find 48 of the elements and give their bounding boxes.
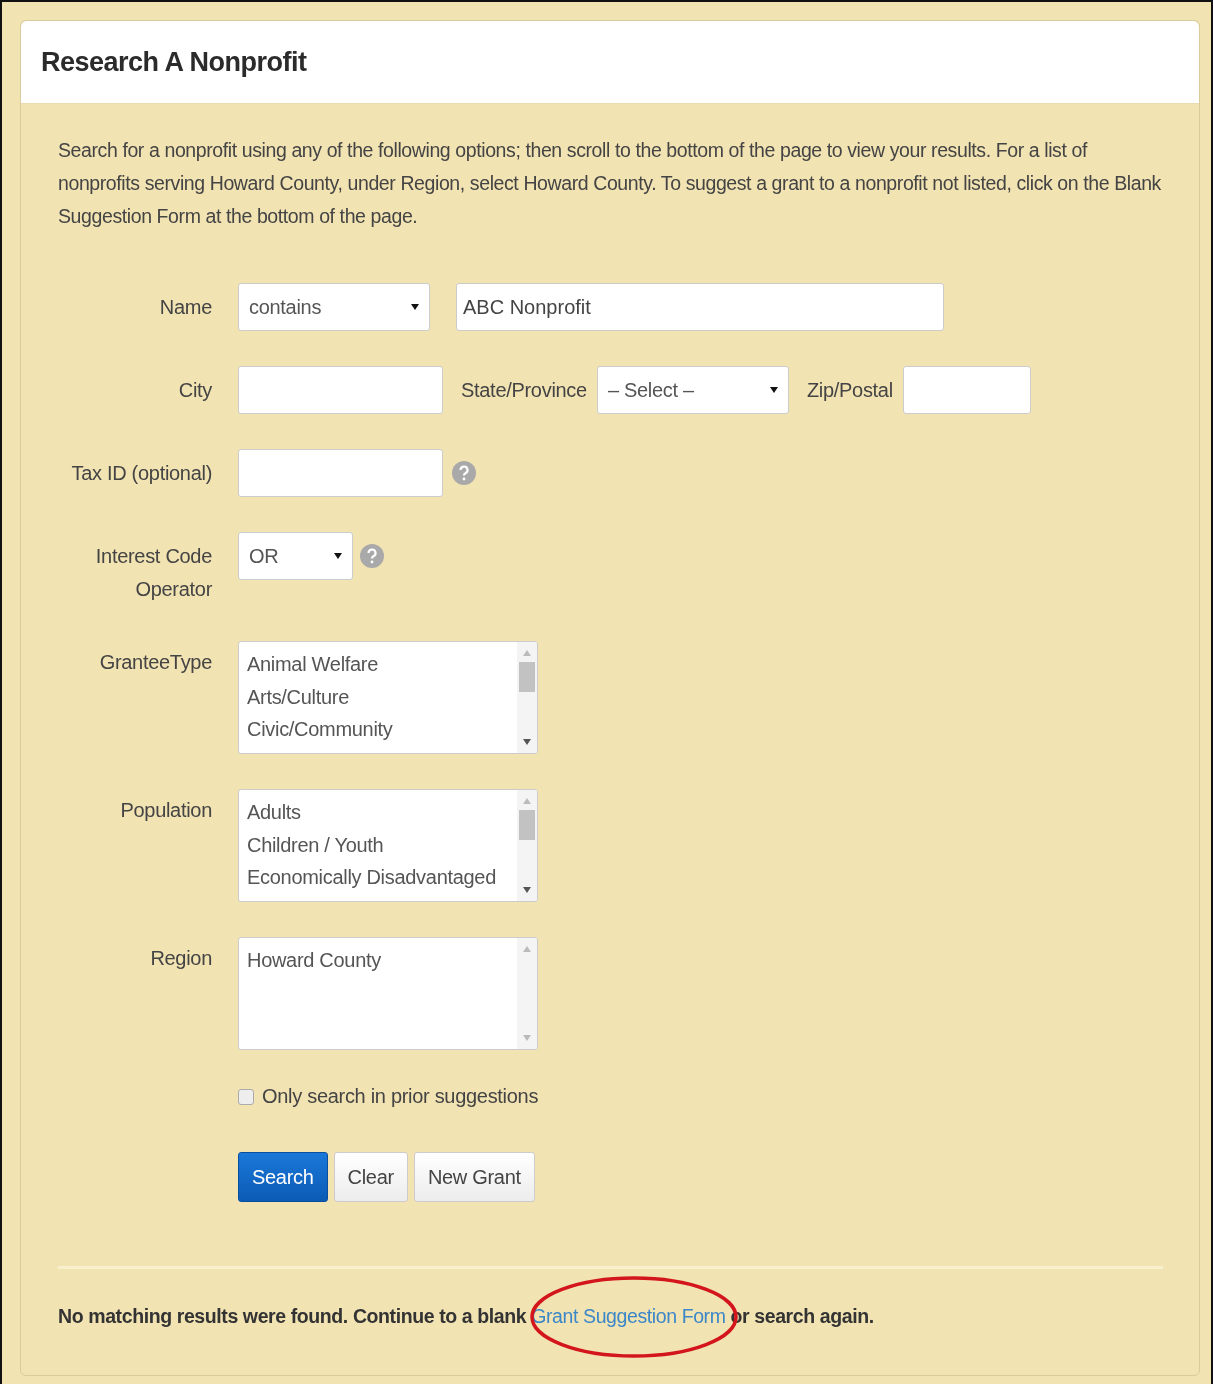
scroll-up-icon[interactable] [523,650,531,656]
scrollbar-thumb[interactable] [519,662,535,692]
city-label: City [178,378,212,402]
scrollbar[interactable] [517,790,537,901]
list-label: Region [150,947,212,970]
list-box[interactable]: Howard County [238,937,538,1050]
panel-title: Research A Nonprofit [41,46,307,78]
name-label: Name [159,295,212,319]
intro-text: Search for a nonprofit using any of the following options; then scroll to the bottom of the page to view your results. For a list of nonprofits serving Howard County, under Region, select Howard County. To suggest a grant to a nonprofit not listed, click on the Blank Suggestion Form at the bottom of the page. [58,138,1162,229]
scrollbar[interactable] [517,938,537,1049]
zip-label: Zip/Postal [806,378,893,402]
list-option[interactable]: Adults [247,796,517,829]
checkbox[interactable] [238,1088,254,1105]
action-button[interactable]: Clear [333,1152,408,1202]
caret-icon [411,303,419,311]
list-option[interactable]: Civic/Community [247,713,517,746]
list-box[interactable]: Animal Welfare Arts/Culture Civic/Community [238,641,538,754]
search-button[interactable]: Search [238,1152,328,1202]
city-input[interactable] [238,366,443,414]
help-icon[interactable] [359,543,385,569]
list-option[interactable]: Howard County [247,944,517,977]
list-option[interactable]: Economically Disadvantaged [247,861,517,894]
list-box[interactable]: Adults Children / Youth Economically Disadvantaged [238,789,538,902]
scroll-down-icon[interactable] [523,887,531,893]
list-option[interactable]: Animal Welfare [247,648,517,681]
action-button[interactable]: New Grant [413,1152,535,1202]
zip-input[interactable] [902,366,1031,414]
help-icon[interactable] [451,460,477,486]
tax-id-label: Tax ID (optional) [71,461,212,485]
checkbox-label: Only search in prior suggestions [262,1085,539,1108]
name-input[interactable]: ABC Nonprofit [456,283,944,331]
scroll-up-icon[interactable] [523,798,531,804]
scroll-down-icon[interactable] [523,739,531,745]
tax-id-input[interactable] [238,449,443,497]
scroll-up-icon[interactable] [523,946,531,952]
name-operator-select[interactable]: contains [238,283,430,331]
list-label: GranteeType [99,651,212,674]
scrollbar-thumb[interactable] [519,810,535,840]
list-option[interactable]: Arts/Culture [247,680,517,713]
list-option[interactable]: Children / Youth [247,828,517,861]
scrollbar[interactable] [517,642,537,753]
list-label: Population [120,799,212,822]
state-label: State/Province [461,378,587,402]
caret-icon [769,386,778,394]
interest-operator-select[interactable]: OR [238,532,353,580]
interest-code-label: Interest Code Operator [94,544,212,602]
state-select[interactable]: – Select – [596,366,789,414]
caret-icon [334,552,342,560]
